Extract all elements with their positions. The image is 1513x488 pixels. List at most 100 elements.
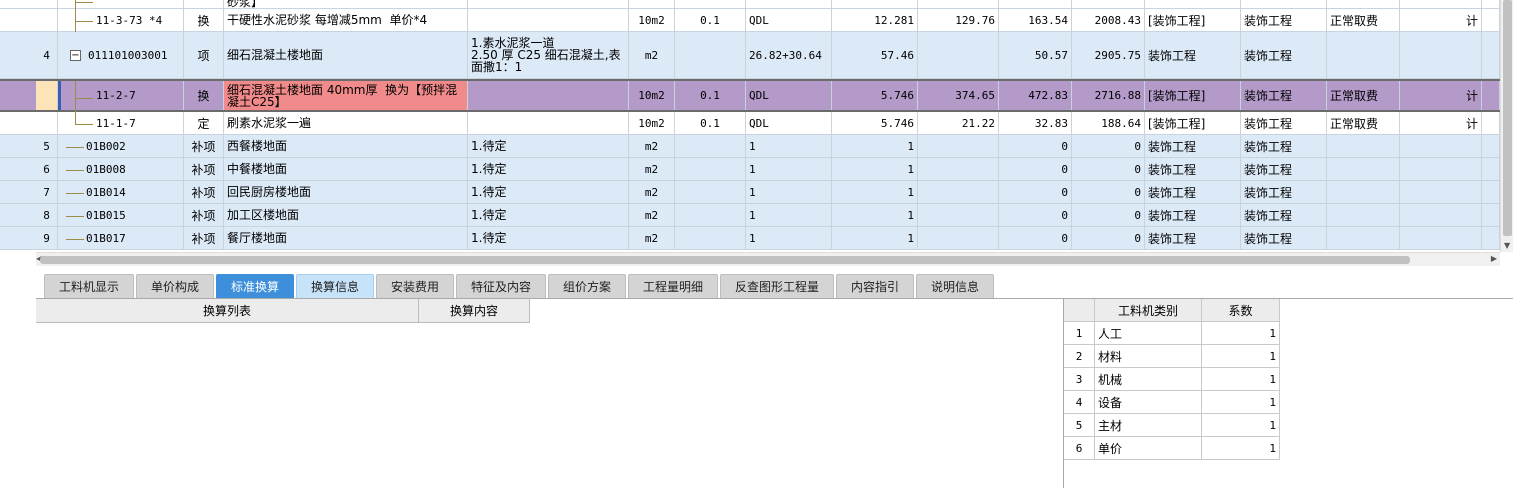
cell-extra[interactable]: [1400, 0, 1482, 8]
cell-expr[interactable]: 1: [746, 227, 832, 249]
cell-type[interactable]: 定: [184, 112, 224, 134]
cell-feature[interactable]: 1.待定: [468, 204, 629, 226]
cell-type[interactable]: 换: [184, 81, 224, 110]
cell-qty[interactable]: [832, 0, 918, 8]
cell-qty[interactable]: 57.46: [832, 32, 918, 78]
cell-extra[interactable]: [1400, 204, 1482, 226]
cell-feature[interactable]: 1.素水泥浆一道 2.50 厚 C25 细石混凝土,表面撒1：1: [468, 32, 629, 78]
cell-type[interactable]: 补项: [184, 204, 224, 226]
cell-factor[interactable]: [675, 0, 746, 8]
cell-feature[interactable]: 1.待定: [468, 181, 629, 203]
cell-factor[interactable]: [675, 158, 746, 180]
supplementary-item-row[interactable]: 9 01B017 补项 餐厅楼地面 1.待定 m2 1 1 0 0 装饰工程 装饰工程: [0, 227, 1500, 250]
cell-feature[interactable]: 1.待定: [468, 227, 629, 249]
cell-rownum[interactable]: 8: [36, 204, 58, 226]
tab-conversion-info[interactable]: 换算信息: [296, 274, 374, 298]
cell-price[interactable]: 129.76: [918, 9, 999, 31]
cell-expr[interactable]: QDL: [746, 112, 832, 134]
cell-qty[interactable]: 1: [832, 181, 918, 203]
cell-name[interactable]: 加工区楼地面: [224, 204, 468, 226]
cell-extra[interactable]: 计: [1400, 81, 1482, 110]
cell-name[interactable]: 餐厅楼地面: [224, 227, 468, 249]
tab-content-guide[interactable]: 内容指引: [836, 274, 914, 298]
cell-rownum[interactable]: [36, 9, 58, 31]
cell-type[interactable]: 补项: [184, 181, 224, 203]
cell-prof2[interactable]: 装饰工程: [1241, 135, 1327, 157]
cell-factor[interactable]: [675, 32, 746, 78]
cell-fee[interactable]: [1327, 135, 1400, 157]
cell-prof2[interactable]: 装饰工程: [1241, 32, 1327, 78]
supplementary-item-row[interactable]: 5 01B002 补项 西餐楼地面 1.待定 m2 1 1 0 0 装饰工程 装饰工程: [0, 135, 1500, 158]
coefficient-type-header[interactable]: 工料机类别: [1095, 299, 1202, 322]
cell-name[interactable]: 西餐楼地面: [224, 135, 468, 157]
horizontal-scrollbar[interactable]: ◀ ▶: [36, 252, 1500, 266]
conversion-content-header[interactable]: 换算内容: [419, 299, 530, 323]
cell-qty[interactable]: 1: [832, 204, 918, 226]
cell-prof2[interactable]: 装饰工程: [1241, 181, 1327, 203]
cell-qty[interactable]: 12.281: [832, 9, 918, 31]
cell-prof2[interactable]: 装饰工程: [1241, 112, 1327, 134]
cell-unit-total[interactable]: 0: [999, 227, 1072, 249]
cell-extra[interactable]: [1400, 227, 1482, 249]
cell-expr[interactable]: 1: [746, 181, 832, 203]
supplementary-item-row[interactable]: 8 01B015 补项 加工区楼地面 1.待定 m2 1 1 0 0 装饰工程 装饰工程: [0, 204, 1500, 227]
cell-factor[interactable]: [675, 135, 746, 157]
coefficient-row[interactable]: 4 设备 1: [1064, 391, 1280, 414]
vertical-scrollbar[interactable]: ▼: [1500, 0, 1513, 252]
cell-total[interactable]: 0: [1072, 158, 1145, 180]
coefficient-type-cell[interactable]: 主材: [1095, 414, 1202, 437]
coefficient-row[interactable]: 6 单价 1: [1064, 437, 1280, 460]
cell-rownum[interactable]: 7: [36, 181, 58, 203]
cell-prof2[interactable]: [1241, 0, 1327, 8]
cell-rownum[interactable]: 4: [36, 32, 58, 78]
cell-price[interactable]: [918, 204, 999, 226]
cell-unit-total[interactable]: 0: [999, 181, 1072, 203]
cell-name[interactable]: 细石混凝土楼地面 40mm厚 换为【预拌混凝土C25】: [224, 81, 468, 110]
cell-total[interactable]: 0: [1072, 181, 1145, 203]
selected-quota-row[interactable]: 11-2-7 换 细石混凝土楼地面 40mm厚 换为【预拌混凝土C25】 10m2 0.…: [0, 79, 1500, 114]
cell-unit[interactable]: m2: [629, 181, 675, 203]
cell-unit-total[interactable]: 50.57: [999, 32, 1072, 78]
cell-expr[interactable]: 26.82+30.64: [746, 32, 832, 78]
cell-unit-total[interactable]: 163.54: [999, 9, 1072, 31]
cell-factor[interactable]: [675, 227, 746, 249]
cell-prof2[interactable]: 装饰工程: [1241, 9, 1327, 31]
cell-total[interactable]: 2008.43: [1072, 9, 1145, 31]
coefficient-row[interactable]: 2 材料 1: [1064, 345, 1280, 368]
cell-unit[interactable]: [629, 0, 675, 8]
cell-price[interactable]: [918, 181, 999, 203]
coefficient-factor-cell[interactable]: 1: [1202, 414, 1280, 437]
cell-prof2[interactable]: 装饰工程: [1241, 81, 1327, 110]
cell-factor[interactable]: 0.1: [675, 81, 746, 110]
coefficient-factor-header[interactable]: 系数: [1202, 299, 1280, 322]
cell-price[interactable]: [918, 158, 999, 180]
cell-expr[interactable]: [746, 0, 832, 8]
cell-extra[interactable]: 计: [1400, 112, 1482, 134]
cell-name[interactable]: 刷素水泥浆一遍: [224, 112, 468, 134]
supplementary-item-row[interactable]: 7 01B014 补项 回民厨房楼地面 1.待定 m2 1 1 0 0 装饰工程 装饰工程: [0, 181, 1500, 204]
cell-unit[interactable]: 10m2: [629, 81, 675, 110]
cell-qty[interactable]: 5.746: [832, 81, 918, 110]
scroll-right-arrow-icon[interactable]: ▶: [1491, 254, 1497, 263]
cell-factor[interactable]: [675, 181, 746, 203]
cell-price[interactable]: [918, 135, 999, 157]
tab-features-content[interactable]: 特征及内容: [456, 274, 546, 298]
cell-unit[interactable]: m2: [629, 204, 675, 226]
cell-price[interactable]: 21.22: [918, 112, 999, 134]
cell-rownum[interactable]: [36, 112, 58, 134]
cell-prof1[interactable]: [装饰工程]: [1145, 112, 1241, 134]
cell-extra[interactable]: [1400, 158, 1482, 180]
cell-unit-total[interactable]: 0: [999, 135, 1072, 157]
collapse-toggle-icon[interactable]: −: [70, 49, 81, 61]
cell-name[interactable]: 干硬性水泥砂浆 每增减5mm 单价*4: [224, 9, 468, 31]
cell-type[interactable]: 补项: [184, 135, 224, 157]
cell-total[interactable]: 2905.75: [1072, 32, 1145, 78]
cell-type[interactable]: [184, 0, 224, 8]
cell-factor[interactable]: 0.1: [675, 9, 746, 31]
cell-total[interactable]: 2716.88: [1072, 81, 1145, 110]
scroll-down-arrow-icon[interactable]: ▼: [1504, 241, 1510, 250]
cell-feature[interactable]: [468, 112, 629, 134]
vertical-scrollbar-thumb[interactable]: [1503, 0, 1512, 236]
cell-factor[interactable]: 0.1: [675, 112, 746, 134]
cell-unit-total[interactable]: 0: [999, 204, 1072, 226]
